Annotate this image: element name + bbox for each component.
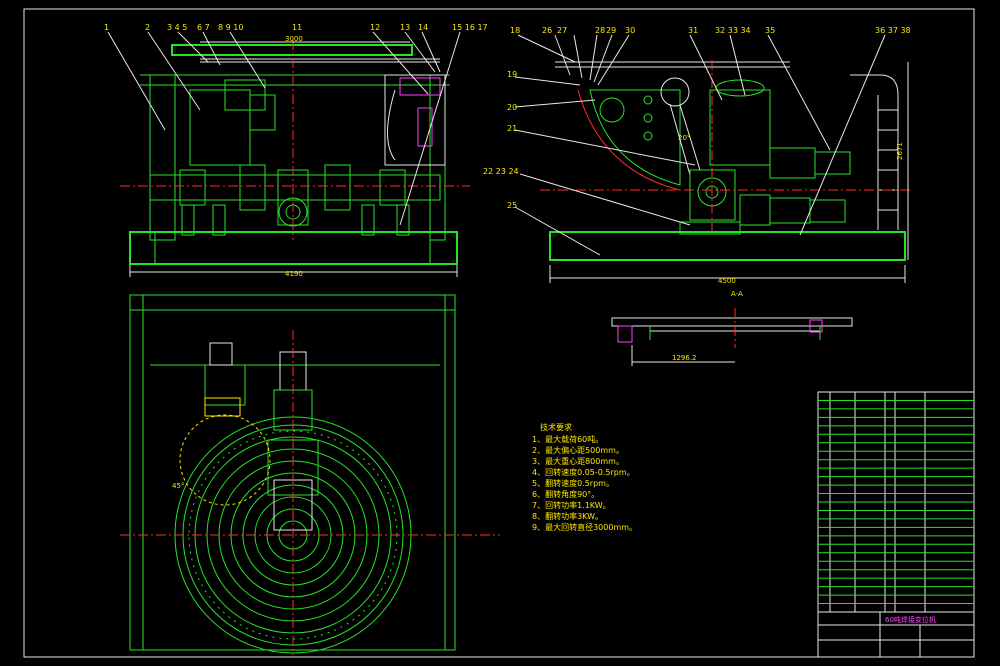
balloon-2: 2 (145, 23, 150, 32)
balloon-12: 12 (370, 23, 380, 32)
front-bracket (384, 74, 446, 166)
balloon-22-23-24: 22 23 24 (483, 167, 519, 176)
tech-item-4: 4、回转速度0.05-0.5rpm。 (532, 467, 635, 477)
balloon-19: 19 (507, 70, 517, 79)
balloon-32-33-34: 32 33 34 (715, 26, 751, 35)
balloon-20: 20 (507, 103, 517, 112)
balloon-13: 13 (400, 23, 410, 32)
balloon-8-9-10: 8 9 10 (218, 23, 243, 32)
balloon-21: 21 (507, 124, 517, 133)
balloon-6-7: 6 7 (197, 23, 210, 32)
balloon-35: 35 (765, 26, 775, 35)
side-dim-width: 4500 (718, 277, 736, 285)
side-view (514, 34, 910, 283)
front-dim-top: 3000 (285, 35, 303, 43)
balloon-11: 11 (292, 23, 302, 32)
balloon-27: 27 (557, 26, 567, 35)
front-top-plate (171, 44, 413, 56)
balloon-1: 1 (104, 23, 109, 32)
sheet-border (23, 8, 975, 658)
section-mark: A-A (731, 290, 743, 298)
balloon-31: 31 (688, 26, 698, 35)
tech-item-9: 9、最大回转直径3000mm。 (532, 522, 637, 532)
tech-item-1: 1、最大载荷60吨。 (532, 434, 603, 444)
tech-requirements: 技术要求 1、最大载荷60吨。 2、最大偏心距500mm。 3、最大重心距800… (532, 422, 637, 532)
tech-title: 技术要求 (540, 422, 572, 432)
tech-item-2: 2、最大偏心距500mm。 (532, 445, 624, 455)
balloon-36-37-38: 36 37 38 (875, 26, 911, 35)
front-base (129, 231, 458, 265)
plan-view (120, 294, 500, 655)
balloon-18: 18 (510, 26, 520, 35)
tech-item-8: 8、翻转功率3KW。 (532, 511, 603, 521)
balloon-26: 26 (542, 26, 552, 35)
plan-angle: 45° (172, 482, 184, 490)
tech-item-3: 3、最大重心距800mm。 (532, 456, 624, 466)
front-view (107, 31, 470, 277)
section-dim: 1296.2 (672, 354, 697, 362)
front-dim-width: 4190 (285, 270, 303, 278)
side-dim-height: 2671 (896, 142, 904, 160)
side-angle: 20° (678, 134, 690, 142)
drawing-title: 60吨焊接变位机 (885, 615, 936, 624)
balloon-28: 28 (595, 26, 605, 35)
balloon-15-16-17: 15 16 17 (452, 23, 488, 32)
balloon-3-4-5: 3 4 5 (167, 23, 187, 32)
cad-drawing-canvas: 1 2 3 4 5 6 7 8 9 10 11 12 13 14 15 16 1… (0, 0, 1000, 666)
section-view (611, 308, 853, 366)
balloon-30: 30 (625, 26, 635, 35)
title-block: 60吨焊接变位机 (817, 391, 975, 658)
tech-item-5: 5、翻转速度0.5rpm。 (532, 478, 614, 488)
tech-item-6: 6、翻转角度90°。 (532, 489, 599, 499)
tech-item-7: 7、回转功率1.1KW。 (532, 500, 611, 510)
side-base (549, 231, 906, 261)
balloon-25: 25 (507, 201, 517, 210)
balloon-29: 29 (606, 26, 616, 35)
balloon-14: 14 (418, 23, 428, 32)
